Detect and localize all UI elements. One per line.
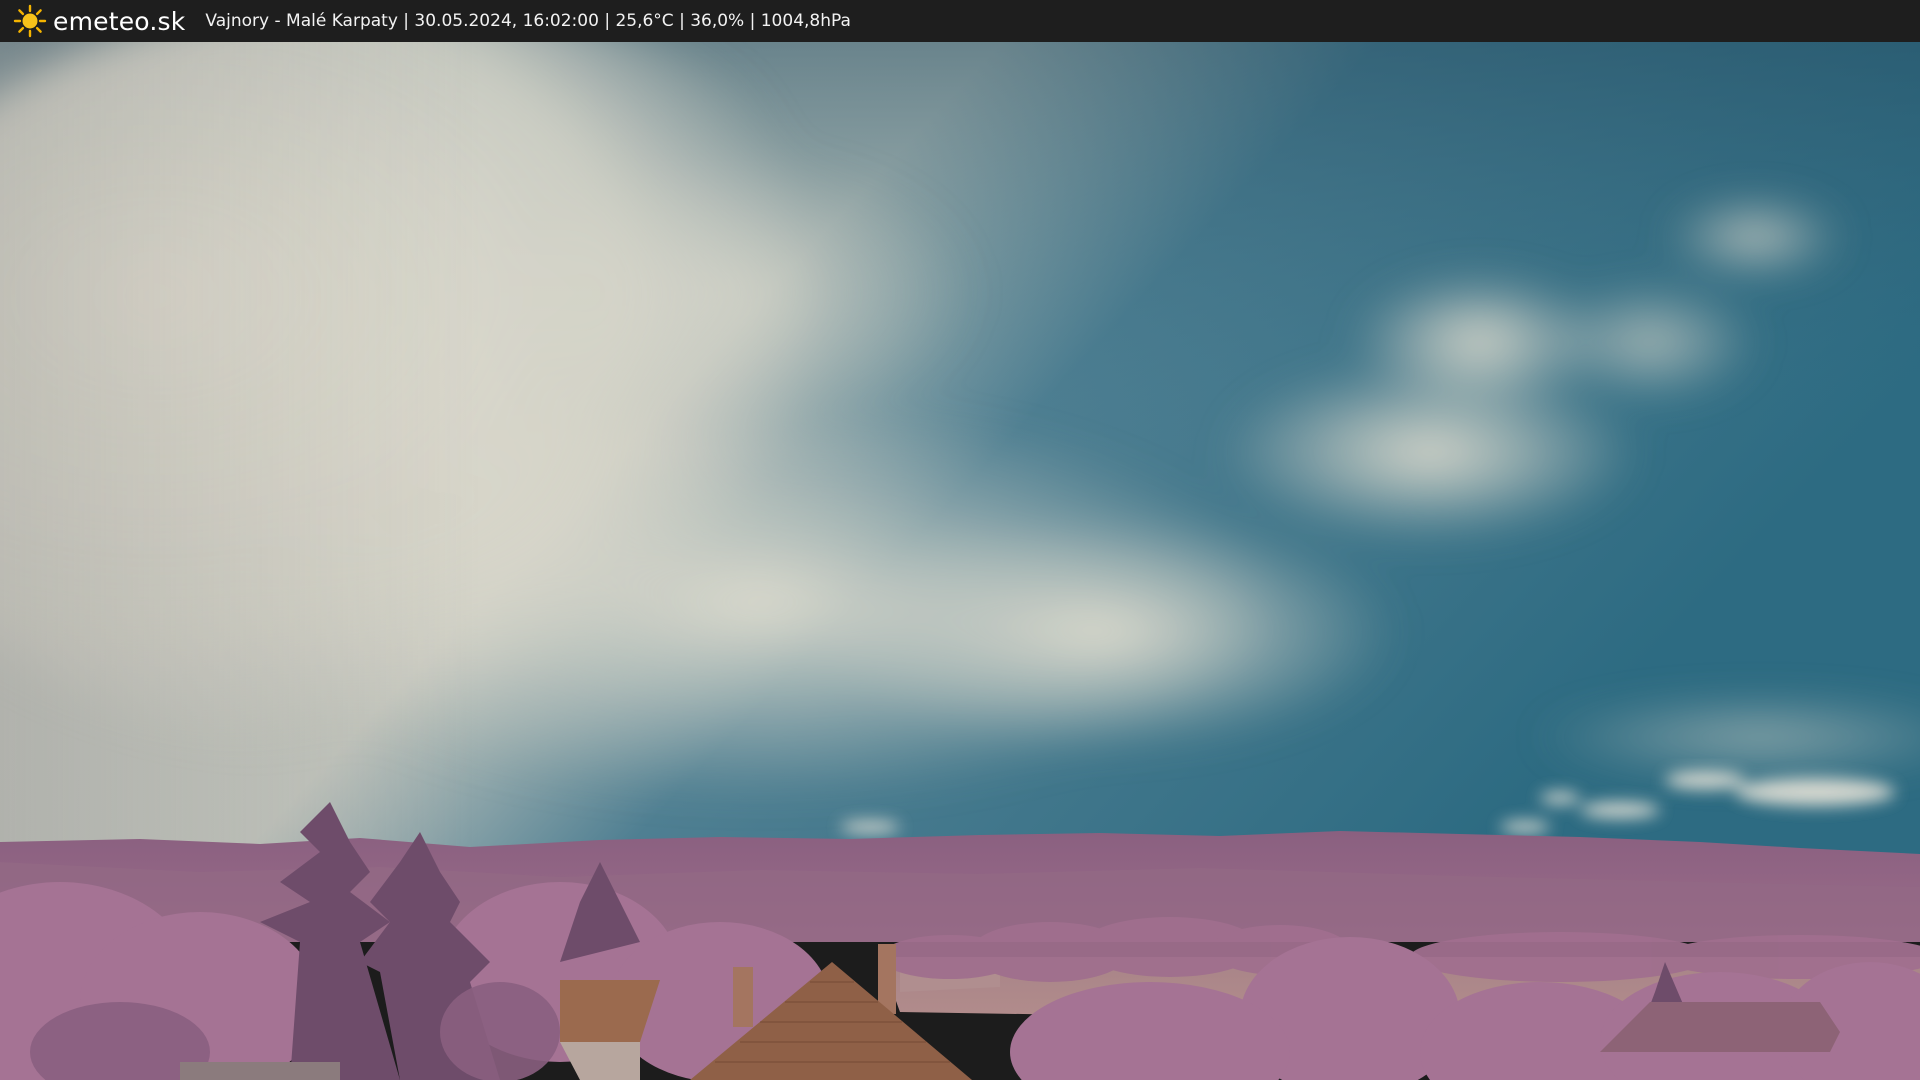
- webcam-frame: emeteo.sk Vajnory - Malé Karpaty | 30.05…: [0, 0, 1920, 1080]
- webcam-image: [0, 42, 1920, 1080]
- station-caption: Vajnory - Malé Karpaty | 30.05.2024, 16:…: [205, 11, 851, 31]
- brand-name: emeteo.sk: [53, 6, 186, 36]
- sun-icon: [13, 4, 47, 38]
- caption-bar: emeteo.sk Vajnory - Malé Karpaty | 30.05…: [0, 0, 1920, 42]
